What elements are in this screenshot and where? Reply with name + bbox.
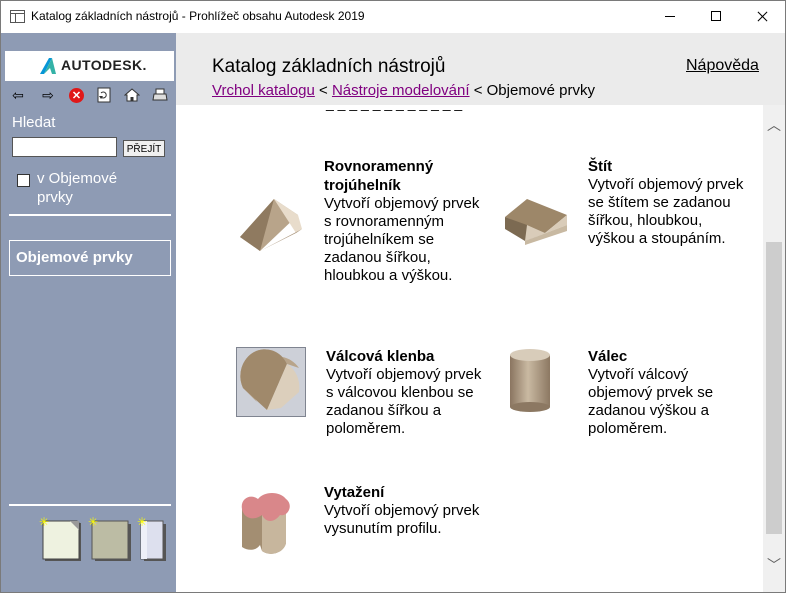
main-area: Katalog základních nástrojů Nápověda Vrc… [176, 33, 785, 592]
minimize-button[interactable] [647, 1, 693, 32]
autodesk-logo: AUTODESK. [5, 51, 174, 81]
scroll-up-icon[interactable]: ︿ [763, 115, 785, 135]
tool-description: Vytvoří objemový prvek s válcovou klenbo… [326, 366, 482, 437]
tool-title[interactable]: Rovnoramenný trojúhelník [324, 157, 484, 195]
scroll-down-icon[interactable]: ﹀ [763, 555, 785, 575]
back-arrow-icon[interactable]: ⇦ [9, 86, 27, 104]
app-window-icon [10, 10, 25, 23]
gable-solid-icon [505, 199, 567, 245]
tool-list: _ _ _ _ _ _ _ _ _ _ _ _ Rovnoramenný tro… [176, 105, 763, 592]
sidebar-divider [9, 214, 171, 216]
forward-arrow-icon[interactable]: ⇨ [39, 86, 57, 104]
breadcrumb-current: Objemové prvky [486, 82, 596, 99]
logo-text: AUTODESK. [61, 57, 147, 73]
cylinder-solid-icon [510, 349, 550, 412]
stop-icon[interactable]: ✕ [69, 88, 84, 103]
new-document-icon[interactable]: ✳ [39, 517, 84, 563]
breadcrumb: Vrchol katalogu < Nástroje modelování < … [212, 82, 595, 99]
tool-icon-isosceles-triangle[interactable] [236, 193, 306, 253]
tool-description: Vytvoří objemový prvek vysunutím profilu… [324, 502, 480, 537]
tool-title[interactable]: Válcová klenba [326, 347, 486, 366]
tool-card[interactable]: Válcová klenba Vytvoří objemový prvek s … [326, 347, 486, 438]
autodesk-logo-icon [40, 58, 56, 74]
print-icon[interactable] [151, 86, 169, 104]
help-link[interactable]: Nápověda [686, 57, 759, 75]
search-input[interactable] [12, 137, 117, 157]
refresh-icon[interactable] [95, 86, 113, 104]
tool-icon-cylinder[interactable] [506, 345, 562, 415]
tool-icon-extrusion[interactable] [236, 479, 306, 559]
tool-title[interactable]: Vytažení [324, 483, 484, 502]
tool-description: Vytvoří objemový prvek se štítem se zada… [588, 176, 744, 247]
page-title: Katalog základních nástrojů [212, 56, 446, 77]
breadcrumb-link[interactable]: Nástroje modelování [332, 82, 470, 99]
page-header: Katalog základních nástrojů Nápověda Vrc… [176, 33, 785, 105]
tool-card[interactable]: Vytažení Vytvoří objemový prvek vysunutí… [324, 483, 484, 538]
nav-toolbar: ⇦ ⇨ ✕ [5, 83, 174, 109]
sidebar: AUTODESK. ⇦ ⇨ ✕ Hledat PŘEJÍT v Objemové… [1, 33, 176, 592]
search-label: Hledat [12, 114, 56, 131]
breadcrumb-link[interactable]: Vrchol katalogu [212, 82, 315, 99]
tool-description: Vytvoří objemový prvek s rovnoramenným t… [324, 195, 480, 284]
tool-title[interactable]: Válec [588, 347, 748, 366]
extrusion-solid-icon [241, 493, 290, 554]
tool-title[interactable]: Štít [588, 157, 748, 176]
tool-card[interactable]: Rovnoramenný trojúhelník Vytvoří objemov… [324, 157, 484, 285]
isosceles-triangle-solid-icon [240, 199, 302, 251]
sidebar-divider [9, 504, 171, 506]
window-title: Katalog základních nástrojů - Prohlížeč … [31, 9, 365, 23]
maximize-button[interactable] [693, 1, 739, 32]
browser-window: Katalog základních nástrojů - Prohlížeč … [0, 0, 786, 593]
tool-card[interactable]: Válec Vytvoří válcový objemový prvek se … [588, 347, 748, 438]
barrel-vault-solid-icon [240, 349, 300, 410]
close-button[interactable] [739, 1, 785, 32]
catalog-icon[interactable]: ✳ [88, 517, 133, 563]
search-scope-checkbox[interactable] [17, 174, 30, 187]
breadcrumb-separator: < [473, 82, 483, 99]
tool-icon-gable[interactable] [501, 195, 571, 253]
current-category[interactable]: Objemové prvky [9, 240, 171, 276]
home-icon[interactable] [123, 86, 141, 104]
search-go-button[interactable]: PŘEJÍT [123, 140, 165, 157]
vertical-scrollbar[interactable]: ︿ ﹀ [763, 105, 785, 592]
tool-description: Vytvoří válcový objemový prvek se zadano… [588, 366, 714, 437]
scroll-thumb[interactable] [766, 242, 782, 534]
svg-text:✳: ✳ [88, 517, 98, 529]
sheet-icon[interactable]: ✳ [137, 517, 169, 563]
clipped-text-fragment: _ _ _ _ _ _ _ _ _ _ _ _ [326, 105, 462, 111]
tool-icon-barrel-vault[interactable] [236, 347, 306, 417]
breadcrumb-separator: < [319, 82, 328, 99]
search-scope-label: v Objemové prvky [37, 170, 118, 206]
tool-card[interactable]: Štít Vytvoří objemový prvek se štítem se… [588, 157, 748, 248]
title-bar: Katalog základních nástrojů - Prohlížeč … [1, 1, 785, 33]
svg-text:✳: ✳ [137, 517, 147, 529]
svg-text:✳: ✳ [39, 517, 49, 529]
